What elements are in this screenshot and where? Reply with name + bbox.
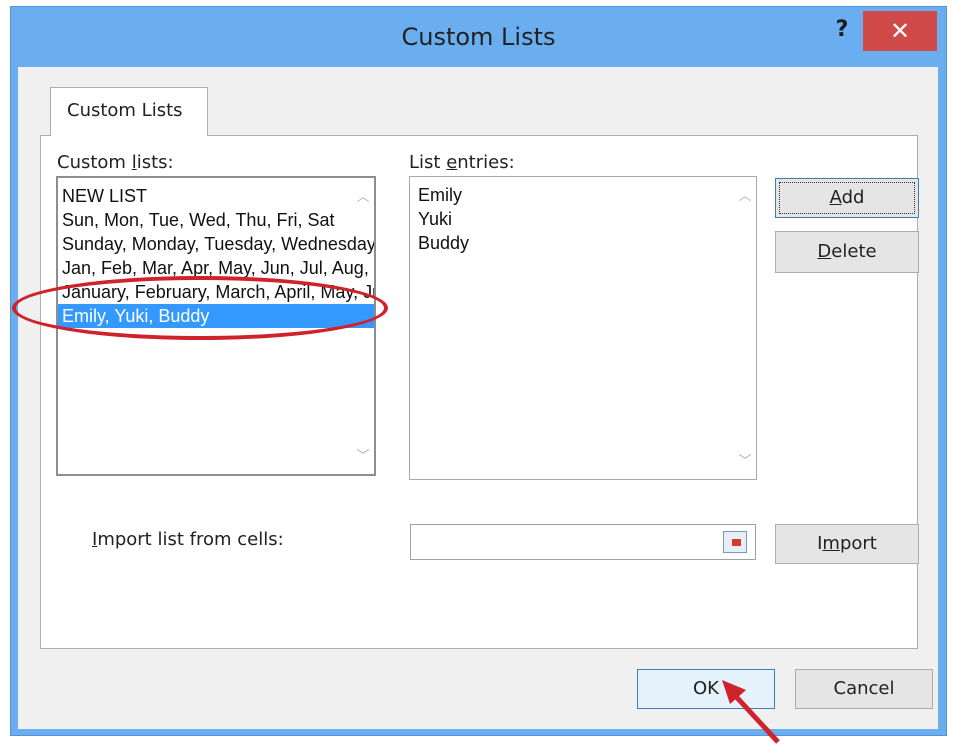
scroll-down-icon[interactable]: ﹀ bbox=[736, 450, 754, 469]
list-entries-label: List entries: bbox=[409, 152, 515, 173]
list-entry-line: Buddy bbox=[418, 233, 470, 253]
custom-list-item[interactable]: NEW LIST bbox=[58, 184, 374, 208]
delete-button[interactable]: Delete bbox=[775, 231, 919, 273]
custom-lists-listbox[interactable]: NEW LIST Sun, Mon, Tue, Wed, Thu, Fri, Sa… bbox=[56, 176, 376, 476]
tab-panel: Custom lists: NEW LIST Sun, Mon, Tue, Wed… bbox=[40, 135, 919, 649]
custom-lists-dialog: Custom Lists ? ✕ Custom Lists Custom lis… bbox=[10, 6, 947, 736]
add-button[interactable]: Add bbox=[775, 178, 919, 218]
dialog-title: Custom Lists bbox=[401, 23, 556, 51]
list-entries-textbox[interactable]: Emily Yuki Buddy ︿ ﹀ bbox=[409, 176, 757, 480]
import-cells-label: Import list from cells: bbox=[92, 529, 284, 550]
pointer-arrow-icon bbox=[722, 680, 780, 744]
custom-lists-label: Custom lists: bbox=[57, 152, 174, 173]
dialog-client-area: Custom Lists Custom lists: NEW LIST Sun, … bbox=[18, 67, 938, 729]
close-button[interactable]: ✕ bbox=[863, 11, 937, 51]
scroll-up-icon[interactable]: ︿ bbox=[736, 185, 754, 204]
tab-custom-lists[interactable]: Custom Lists bbox=[50, 87, 208, 136]
list-entry-line: Emily bbox=[418, 185, 462, 205]
custom-list-item[interactable]: Jan, Feb, Mar, Apr, May, Jun, Jul, Aug, … bbox=[58, 256, 374, 280]
custom-list-item[interactable]: Emily, Yuki, Buddy bbox=[58, 304, 374, 328]
scroll-up-icon[interactable]: ︿ bbox=[354, 186, 372, 205]
close-icon: ✕ bbox=[889, 17, 911, 45]
scroll-down-icon[interactable]: ﹀ bbox=[354, 445, 372, 464]
help-icon: ? bbox=[835, 17, 849, 42]
custom-list-item[interactable]: Sunday, Monday, Tuesday, Wednesday, Thur… bbox=[58, 232, 374, 256]
cancel-button[interactable]: Cancel bbox=[795, 669, 933, 709]
custom-list-item[interactable]: Sun, Mon, Tue, Wed, Thu, Fri, Sat bbox=[58, 208, 374, 232]
title-bar: Custom Lists ? ✕ bbox=[11, 7, 946, 67]
help-button[interactable]: ? bbox=[829, 15, 855, 45]
list-entry-line: Yuki bbox=[418, 209, 453, 229]
custom-list-item[interactable]: January, February, March, April, May, Ju… bbox=[58, 280, 374, 304]
range-select-icon[interactable] bbox=[723, 531, 747, 553]
import-button[interactable]: Import bbox=[775, 524, 919, 564]
import-cells-input[interactable] bbox=[410, 524, 756, 560]
